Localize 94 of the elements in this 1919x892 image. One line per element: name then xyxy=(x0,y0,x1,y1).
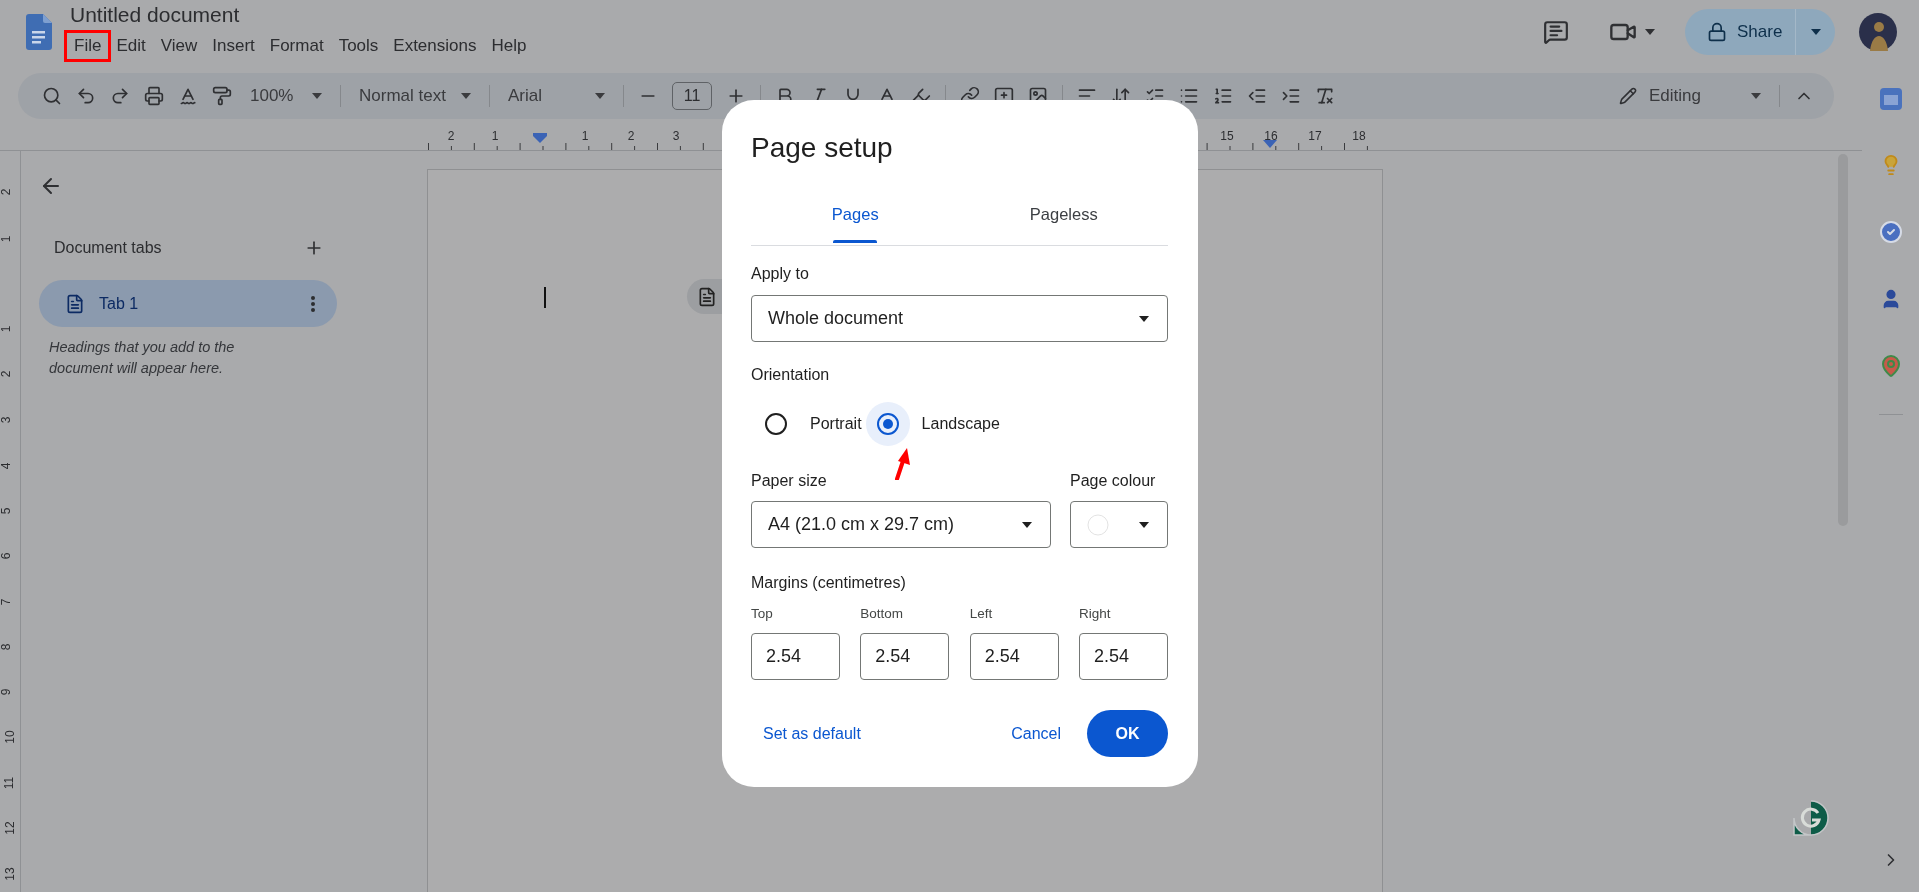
clear-formatting-icon[interactable] xyxy=(1315,86,1335,106)
caret-icon xyxy=(1139,521,1149,528)
more-icon[interactable] xyxy=(311,295,315,312)
caret-icon xyxy=(1751,93,1761,99)
annotation-arrow xyxy=(894,448,912,480)
ruler-number: 3 xyxy=(672,129,680,143)
caret-icon xyxy=(312,93,322,99)
ruler-number: 15 xyxy=(1220,129,1234,143)
lock-icon xyxy=(1707,22,1727,42)
margin-field[interactable]: 2.54 xyxy=(751,633,840,680)
field-label: Left xyxy=(969,606,994,621)
page-colour-dropdown[interactable] xyxy=(1070,501,1168,548)
dialog-tab[interactable]: Pages xyxy=(751,199,960,245)
radio-label[interactable]: Landscape xyxy=(921,415,1000,433)
ruler-number: 1 xyxy=(581,129,589,143)
bulleted-list-icon[interactable] xyxy=(1179,86,1199,106)
document-tab[interactable]: Tab 1 xyxy=(39,280,337,327)
print-icon[interactable] xyxy=(144,86,164,106)
field-label: Margins (centimetres) xyxy=(751,574,907,592)
font-size-field[interactable]: 11 xyxy=(672,82,712,110)
radio-label[interactable]: Portrait xyxy=(810,415,862,433)
avatar[interactable] xyxy=(1859,13,1897,51)
radio-button[interactable] xyxy=(765,413,787,435)
zoom-dropdown[interactable]: 100% xyxy=(246,80,326,112)
spellcheck-icon[interactable] xyxy=(178,86,198,106)
task-check-icon[interactable] xyxy=(1878,220,1903,244)
ruler-number: 8 xyxy=(0,643,14,651)
ruler-number: 1 xyxy=(0,325,14,333)
field-label: Top xyxy=(751,606,774,621)
ruler-number: 6 xyxy=(0,552,14,560)
colour-swatch-icon xyxy=(1087,513,1109,536)
apply-to-dropdown[interactable]: Whole document xyxy=(751,295,1168,342)
ruler-number: 13 xyxy=(2,867,17,881)
font-dropdown[interactable]: Arial xyxy=(504,80,609,112)
ruler-number: 5 xyxy=(0,507,14,515)
document-title[interactable]: Untitled document xyxy=(70,2,534,28)
document-icon xyxy=(697,286,717,307)
radio-button[interactable] xyxy=(876,413,899,435)
ruler-number: 2 xyxy=(447,129,455,143)
caret-icon xyxy=(1022,521,1032,528)
ruler-number: 2 xyxy=(0,370,14,378)
field-label: Paper size xyxy=(751,472,828,490)
field-label: Right xyxy=(1079,606,1112,621)
indent-marker-icon[interactable] xyxy=(533,133,547,143)
ruler-number: 3 xyxy=(0,416,14,424)
decrease-indent-icon[interactable] xyxy=(1247,86,1267,106)
document-icon xyxy=(65,293,85,314)
docs-logo-icon[interactable] xyxy=(26,14,52,50)
comments-icon[interactable] xyxy=(1543,19,1569,45)
ruler-number: 1 xyxy=(491,129,499,143)
pencil-icon xyxy=(1619,87,1637,105)
field-label: Orientation xyxy=(751,366,831,384)
undo-icon[interactable] xyxy=(76,86,96,106)
ruler-number: 4 xyxy=(0,462,14,470)
caret-icon xyxy=(1645,29,1655,35)
margin-field[interactable]: 2.54 xyxy=(1079,633,1168,680)
text-style-dropdown[interactable]: Normal text xyxy=(355,80,475,112)
caret-icon xyxy=(1810,29,1821,35)
sidebar-heading: Document tabs xyxy=(54,239,162,257)
ruler-number: 11 xyxy=(2,776,17,790)
numbered-list-icon[interactable] xyxy=(1213,86,1233,106)
text-button[interactable]: Cancel xyxy=(999,714,1073,753)
paper-size-dropdown[interactable]: A4 (21.0 cm x 29.7 cm) xyxy=(751,501,1051,548)
caret-icon xyxy=(595,93,605,99)
ruler-number: 7 xyxy=(0,598,14,606)
headings-hint: Headings that you add to the document will appear here. xyxy=(49,338,236,378)
ruler-number: 2 xyxy=(627,129,635,143)
caret-icon xyxy=(461,93,471,99)
ruler-number: 18 xyxy=(1352,129,1366,143)
search-icon[interactable] xyxy=(42,86,62,106)
increase-indent-icon[interactable] xyxy=(1281,86,1301,106)
menu-item[interactable]: File xyxy=(64,30,112,62)
caret-icon xyxy=(1139,315,1149,322)
field-label: Apply to xyxy=(751,265,810,283)
redo-icon[interactable] xyxy=(110,86,130,106)
text-cursor xyxy=(544,287,546,308)
ruler-number: 9 xyxy=(0,688,14,696)
field-label: Bottom xyxy=(860,606,905,621)
margin-field[interactable]: 2.54 xyxy=(969,633,1059,680)
ruler-number: 16 xyxy=(1264,129,1278,143)
ruler-number: 17 xyxy=(1308,129,1322,143)
margin-field[interactable]: 2.54 xyxy=(860,633,950,680)
ruler-number: 1 xyxy=(0,235,14,243)
dialog-title: Page setup xyxy=(751,131,894,165)
ruler-number: 12 xyxy=(2,821,17,835)
dialog-tab[interactable]: Pageless xyxy=(959,199,1168,245)
indent-marker-icon[interactable] xyxy=(1263,140,1277,148)
editing-mode-dropdown[interactable]: Editing xyxy=(1615,80,1765,112)
ruler-number: 2 xyxy=(0,188,14,196)
ok-button[interactable]: OK xyxy=(1087,710,1168,757)
paint-format-icon[interactable] xyxy=(212,86,232,106)
ruler-number: 10 xyxy=(2,730,17,744)
field-label: Page colour xyxy=(1070,472,1157,490)
text-button[interactable]: Set as default xyxy=(751,714,873,753)
